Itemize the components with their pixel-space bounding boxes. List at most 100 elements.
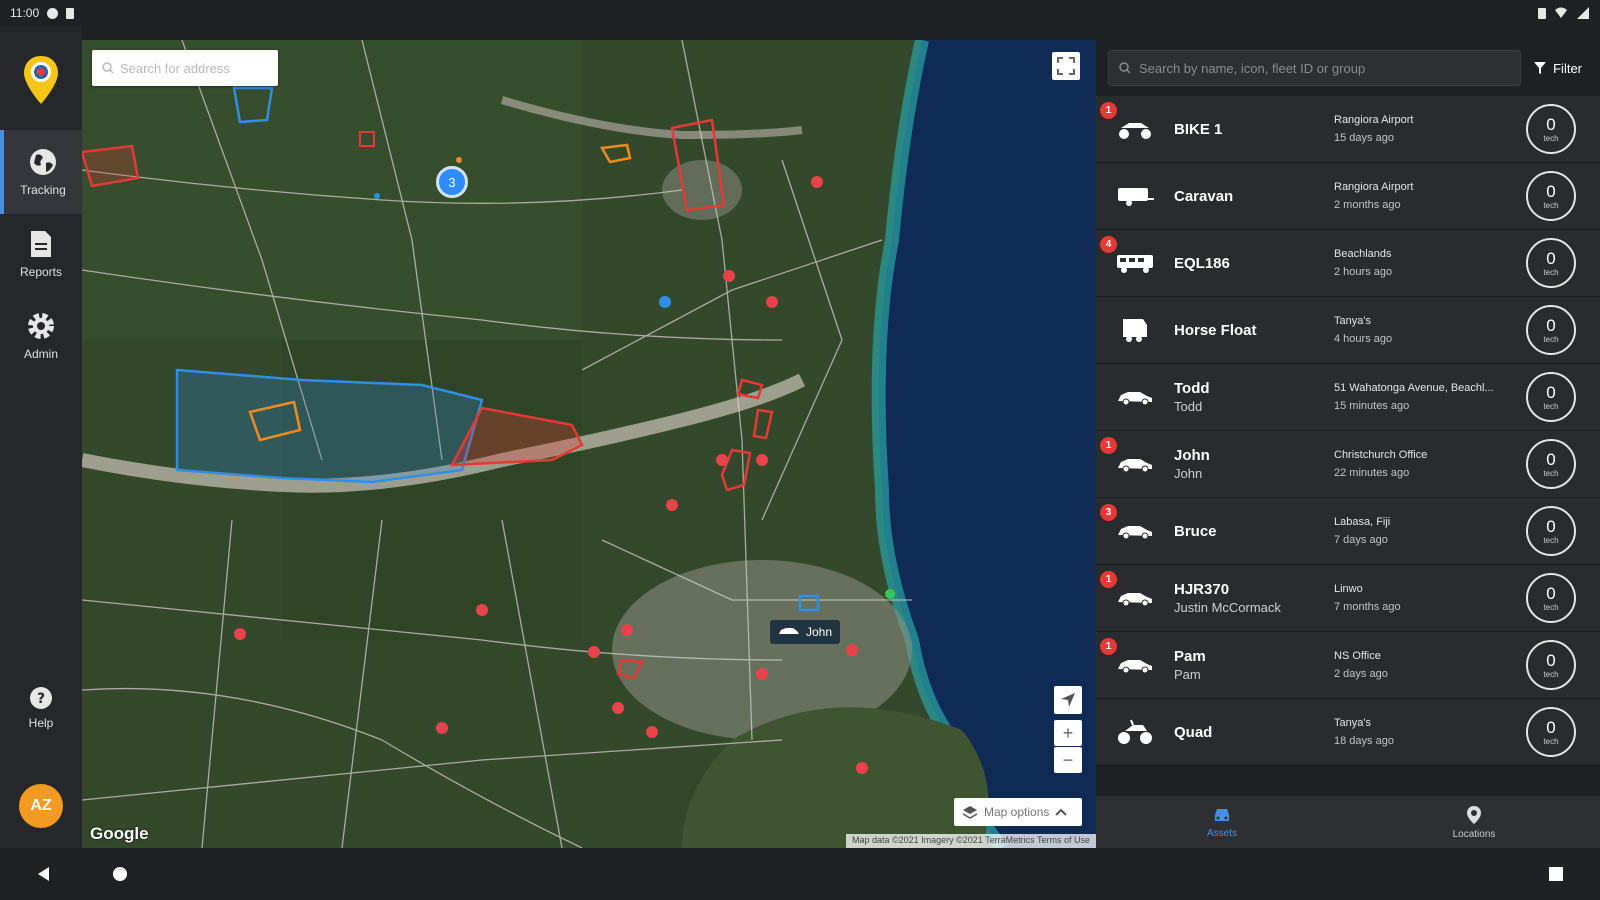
asset-name: Quad	[1174, 723, 1213, 741]
asset-row[interactable]: 1 BIKE 1 Rangiora Airport 15 days ago 0 …	[1096, 96, 1600, 163]
asset-name: Bruce	[1174, 522, 1217, 540]
sd-card-icon	[66, 7, 75, 19]
asset-count-circle[interactable]: 0 tech	[1526, 640, 1576, 690]
signal-icon	[1577, 7, 1589, 19]
asset-location: Christchurch Office	[1334, 449, 1428, 461]
filter-icon	[1534, 62, 1547, 74]
asset-count-circle[interactable]: 0 tech	[1526, 573, 1576, 623]
asset-count-label: tech	[1543, 602, 1559, 612]
asset-count-circle[interactable]: 0 tech	[1526, 439, 1576, 489]
asset-name: Horse Float	[1174, 321, 1257, 339]
asset-count-circle[interactable]: 0 tech	[1526, 506, 1576, 556]
map-attribution[interactable]: Map data ©2021 Imagery ©2021 TerraMetric…	[845, 834, 1096, 848]
sidebar-item-admin[interactable]: Admin	[0, 294, 82, 378]
asset-last-seen: 7 days ago	[1334, 534, 1388, 546]
address-search-input[interactable]: Search for address	[92, 50, 278, 86]
asset-count-circle[interactable]: 0 tech	[1526, 171, 1576, 221]
globe-icon	[28, 147, 58, 177]
map-view[interactable]: Search for address 3 John + − Map option…	[82, 40, 1096, 848]
asset-panel-header: Search by name, icon, fleet ID or group …	[1096, 40, 1600, 96]
zoom-in-button[interactable]: +	[1054, 720, 1082, 746]
alert-badge: 3	[1100, 504, 1117, 521]
asset-count-value: 0	[1546, 650, 1556, 670]
status-bar: 11:00	[0, 0, 1600, 26]
my-location-button[interactable]	[1054, 686, 1082, 714]
asset-search-input[interactable]: Search by name, icon, fleet ID or group	[1108, 50, 1522, 86]
zoom-out-button[interactable]: −	[1054, 747, 1082, 773]
gear-icon	[26, 311, 56, 341]
layers-icon	[962, 806, 978, 819]
back-icon[interactable]	[36, 866, 52, 882]
asset-count-circle[interactable]: 0 tech	[1526, 104, 1576, 154]
asset-driver: John	[1174, 466, 1203, 481]
asset-row[interactable]: 1 HJR370 Justin McCormack Linwo 7 months…	[1096, 565, 1600, 632]
asset-row[interactable]: Quad Tanya's 18 days ago 0 tech	[1096, 699, 1600, 766]
car-icon	[1096, 387, 1174, 407]
asset-row[interactable]: Horse Float Tanya's 4 hours ago 0 tech	[1096, 297, 1600, 364]
sidebar-item-help[interactable]: ? Help	[0, 666, 82, 750]
asset-row[interactable]: 3 Bruce Labasa, Fiji 7 days ago 0 tech	[1096, 498, 1600, 565]
asset-location: Linwo	[1334, 583, 1363, 595]
asset-count-label: tech	[1543, 200, 1559, 210]
asset-cluster-marker[interactable]: 3	[436, 166, 468, 198]
asset-location: Labasa, Fiji	[1334, 516, 1391, 528]
sidebar-item-label: Tracking	[20, 183, 66, 197]
address-search-placeholder: Search for address	[120, 60, 230, 76]
asset-search-placeholder: Search by name, icon, fleet ID or group	[1139, 60, 1366, 76]
asset-name: BIKE 1	[1174, 120, 1223, 138]
asset-name: HJR370	[1174, 581, 1230, 598]
svg-text:?: ?	[37, 691, 45, 707]
asset-count-circle[interactable]: 0 tech	[1526, 707, 1576, 757]
caravan-icon	[1096, 185, 1174, 207]
asset-last-seen: 22 minutes ago	[1334, 467, 1410, 479]
sync-icon	[47, 7, 59, 19]
satellite-map	[82, 40, 1096, 848]
asset-count-label: tech	[1543, 401, 1559, 411]
asset-location: Tanya's	[1334, 315, 1371, 327]
avatar[interactable]: AZ	[19, 784, 63, 828]
alert-badge: 1	[1100, 437, 1117, 454]
asset-row[interactable]: Caravan Rangiora Airport 2 months ago 0 …	[1096, 163, 1600, 230]
status-time: 11:00	[10, 6, 40, 20]
asset-row[interactable]: 4 EQL186 Beachlands 2 hours ago 0 tech	[1096, 230, 1600, 297]
asset-location: Rangiora Airport	[1334, 181, 1414, 193]
asset-last-seen: 2 months ago	[1334, 199, 1401, 211]
tab-assets[interactable]: Assets	[1096, 796, 1348, 848]
asset-last-seen: 15 days ago	[1334, 132, 1394, 144]
map-options-label: Map options	[984, 805, 1050, 819]
report-icon	[29, 229, 53, 259]
asset-count-value: 0	[1546, 449, 1556, 469]
bottom-tabs: Assets Locations	[1096, 796, 1600, 848]
asset-last-seen: 2 days ago	[1334, 668, 1388, 680]
alert-badge: 4	[1100, 236, 1117, 253]
asset-row[interactable]: 1 John John Christchurch Office 22 minut…	[1096, 431, 1600, 498]
asset-count-label: tech	[1543, 334, 1559, 344]
asset-location: 51 Wahatonga Avenue, Beachl...	[1334, 382, 1494, 394]
asset-count-value: 0	[1546, 382, 1556, 402]
tab-locations[interactable]: Locations	[1348, 796, 1600, 848]
sidebar-item-reports[interactable]: Reports	[0, 212, 82, 296]
asset-count-circle[interactable]: 0 tech	[1526, 305, 1576, 355]
asset-row[interactable]: 1 Pam Pam NS Office 2 days ago 0 tech	[1096, 632, 1600, 699]
filter-button[interactable]: Filter	[1533, 61, 1588, 76]
asset-count-label: tech	[1543, 669, 1559, 679]
asset-count-label: tech	[1543, 267, 1559, 277]
map-options-button[interactable]: Map options	[954, 798, 1082, 826]
tab-label: Assets	[1206, 827, 1237, 839]
asset-name: Caravan	[1174, 187, 1234, 205]
asset-count-circle[interactable]: 0 tech	[1526, 372, 1576, 422]
asset-count-circle[interactable]: 0 tech	[1526, 238, 1576, 288]
recents-icon[interactable]	[1548, 866, 1564, 882]
navigation-arrow-icon	[1061, 693, 1075, 707]
sidebar-item-tracking[interactable]: Tracking	[0, 130, 82, 214]
asset-count-label: tech	[1543, 468, 1559, 478]
asset-count-value: 0	[1546, 181, 1556, 201]
asset-row[interactable]: Todd Todd 51 Wahatonga Avenue, Beachl...…	[1096, 364, 1600, 431]
system-nav-bar	[0, 848, 1600, 900]
fullscreen-button[interactable]	[1052, 52, 1080, 80]
asset-location: Rangiora Airport	[1334, 114, 1414, 126]
home-icon[interactable]	[112, 866, 128, 882]
asset-marker-john[interactable]: John	[770, 620, 841, 644]
google-logo: Google	[90, 824, 149, 843]
asset-location: NS Office	[1334, 650, 1381, 662]
